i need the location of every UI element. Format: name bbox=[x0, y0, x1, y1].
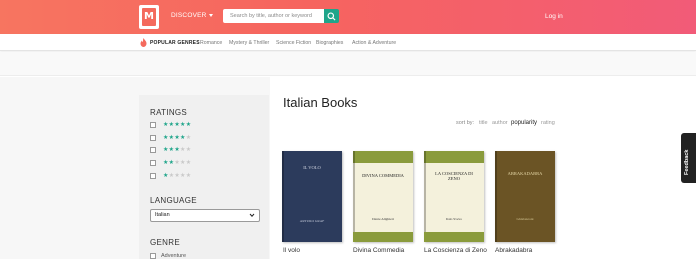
cover-band-top bbox=[424, 151, 484, 163]
cover-title: DIVINA COMMEDIA bbox=[362, 173, 404, 178]
rating-1-checkbox[interactable] bbox=[150, 173, 156, 179]
site-logo[interactable]: M bbox=[139, 5, 159, 29]
genre-link-romance[interactable]: Romance bbox=[200, 40, 222, 46]
search-icon bbox=[327, 11, 336, 21]
rating-4-checkbox[interactable] bbox=[150, 135, 156, 141]
chevron-down-icon bbox=[208, 13, 213, 17]
genre-bar bbox=[0, 34, 696, 51]
rating-5-checkbox[interactable] bbox=[150, 122, 156, 128]
genre-adventure-checkbox[interactable] bbox=[150, 253, 156, 259]
book-title-link[interactable]: La Coscienza di Zeno bbox=[424, 247, 487, 254]
sort-option-rating[interactable]: rating bbox=[541, 120, 555, 126]
cover-author: Dante Alighieri bbox=[372, 217, 394, 221]
book-cover-il-volo[interactable]: IL VOLO ARTURO GRAF bbox=[282, 151, 342, 242]
flame-icon bbox=[140, 38, 147, 47]
genre-link-science-fiction[interactable]: Science Fiction bbox=[276, 40, 311, 46]
logo-letter: M bbox=[142, 8, 156, 26]
cover-title: IL VOLO bbox=[303, 165, 321, 170]
book-cover-divina-commedia[interactable]: DIVINA COMMEDIA Dante Alighieri bbox=[353, 151, 413, 242]
rating-2-stars: ★★★★★ bbox=[163, 159, 192, 166]
cover-author: ARTURO GRAF bbox=[299, 219, 325, 223]
genre-title: GENRE bbox=[150, 238, 180, 247]
cover-author: Ghislanzoni bbox=[516, 217, 534, 221]
sort-option-author[interactable]: author bbox=[492, 120, 508, 126]
discover-label: DISCOVER bbox=[171, 12, 207, 19]
language-selected-value: Italian bbox=[155, 212, 170, 218]
genre-link-biographies[interactable]: Biographies bbox=[316, 40, 343, 46]
rating-5-stars: ★★★★★ bbox=[163, 121, 192, 128]
book-spine bbox=[424, 151, 426, 242]
filter-sidebar bbox=[139, 95, 269, 259]
top-navigation-bar bbox=[0, 0, 696, 34]
chevron-down-icon bbox=[249, 213, 255, 217]
sort-option-title[interactable]: title bbox=[479, 120, 488, 126]
rating-2-checkbox[interactable] bbox=[150, 160, 156, 166]
genre-link-action-adventure[interactable]: Action & Adventure bbox=[352, 40, 396, 46]
rating-3-stars: ★★★★★ bbox=[163, 146, 192, 153]
book-spine bbox=[495, 151, 497, 242]
rating-3-checkbox[interactable] bbox=[150, 147, 156, 153]
feedback-tab[interactable]: Feedback bbox=[681, 133, 696, 183]
discover-menu[interactable]: DISCOVER bbox=[171, 12, 213, 19]
search-input[interactable] bbox=[223, 9, 324, 23]
sort-option-popularity[interactable]: popularity bbox=[511, 120, 537, 126]
book-cover-la-coscienza-di-zeno[interactable]: LA COSCIENZA DI ZENO Italo Svevo bbox=[424, 151, 484, 242]
cover-band-top bbox=[353, 151, 413, 163]
genre-link-mystery-thriller[interactable]: Mystery & Thriller bbox=[229, 40, 269, 46]
language-title: LANGUAGE bbox=[150, 196, 197, 205]
cover-band-bottom bbox=[353, 232, 413, 242]
book-title-link[interactable]: Abrakadabra bbox=[495, 247, 532, 254]
popular-genres-label: POPULAR GENRES bbox=[150, 40, 200, 46]
rating-1-stars: ★★★★★ bbox=[163, 172, 192, 179]
cover-title: LA COSCIENZA DI ZENO bbox=[435, 171, 473, 181]
cover-author: Italo Svevo bbox=[445, 217, 463, 221]
cover-band-bottom bbox=[424, 232, 484, 242]
login-link[interactable]: Log in bbox=[545, 13, 563, 20]
book-title-link[interactable]: Il volo bbox=[283, 247, 300, 254]
book-spine bbox=[353, 151, 355, 242]
rating-4-stars: ★★★★★ bbox=[163, 134, 192, 141]
sort-by-label: sort by: bbox=[456, 120, 475, 126]
cover-title: ABRAKADABRA bbox=[507, 171, 543, 176]
feedback-label: Feedback bbox=[684, 149, 690, 175]
language-select[interactable]: Italian bbox=[150, 209, 260, 222]
genre-adventure-label: Adventure bbox=[161, 253, 187, 259]
search-button[interactable] bbox=[324, 9, 339, 23]
ratings-title: RATINGS bbox=[150, 108, 188, 117]
hero-band bbox=[0, 52, 696, 76]
book-title-link[interactable]: Divina Commedia bbox=[353, 247, 404, 254]
page-title: Italian Books bbox=[283, 95, 358, 110]
book-cover-abrakadabra[interactable]: ABRAKADABRA Ghislanzoni bbox=[495, 151, 555, 242]
